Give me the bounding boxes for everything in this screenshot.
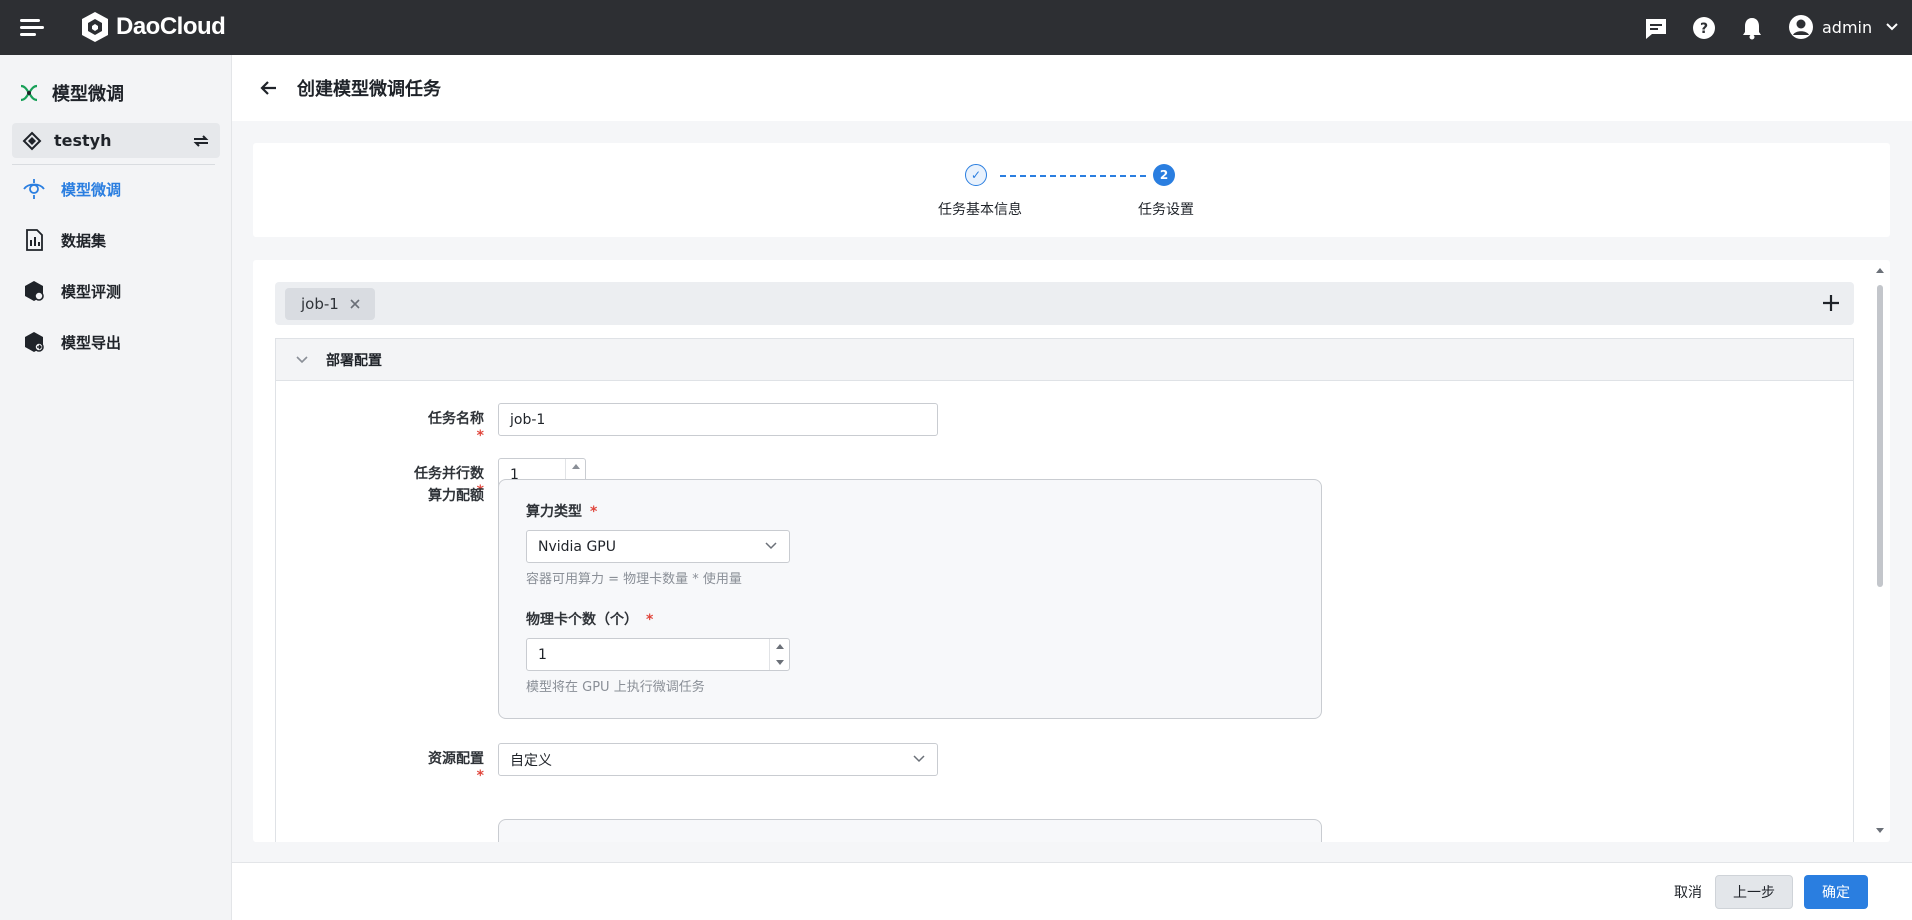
workspace-icon [22, 131, 42, 150]
svg-text:?: ? [1700, 21, 1708, 37]
resource-label-text: 资源配置 [428, 751, 484, 767]
deploy-config-section: 部署配置 任务名称* job-1 任务并行数* 1 算力配额 算力类型 * Nvi… [275, 338, 1854, 842]
fine-tune-icon [23, 179, 45, 199]
card-count-label: 物理卡个数（个） * [526, 612, 654, 628]
scroll-down-icon[interactable] [1874, 826, 1886, 836]
workspace-name: testyh [54, 131, 112, 150]
chevron-down-icon [1886, 23, 1898, 31]
compute-type-label: 算力类型 * [526, 504, 598, 520]
stepper-controls [769, 639, 789, 670]
menu-icon[interactable] [20, 17, 44, 39]
compute-type-hint: 容器可用算力 = 物理卡数量 * 使用量 [526, 572, 742, 587]
sidebar-item-label: 模型微调 [61, 180, 122, 199]
task-name-input[interactable]: job-1 [498, 403, 938, 436]
top-bar: DaoCloud ? admin [0, 0, 1912, 55]
sidebar-item-label: 数据集 [61, 231, 107, 250]
prev-step-button[interactable]: 上一步 [1715, 875, 1793, 909]
logo-icon [82, 12, 108, 42]
card-count-hint: 模型将在 GPU 上执行微调任务 [526, 680, 705, 695]
sidebar: 模型微调 testyh 模型微调 数据集 模型评测 模型导出 [0, 55, 232, 920]
brand-name: DaoCloud [116, 13, 226, 40]
add-tab-icon[interactable] [1820, 292, 1842, 314]
step-1-label: 任务基本信息 [938, 202, 1022, 218]
quota-box: 算力类型 * Nvidia GPU 容器可用算力 = 物理卡数量 * 使用量 物理… [498, 479, 1322, 719]
user-avatar-icon [1789, 15, 1813, 39]
card-count-value: 1 [538, 646, 547, 663]
sidebar-divider [12, 164, 215, 165]
compute-type-label-text: 算力类型 [526, 504, 582, 520]
section-title: 部署配置 [326, 352, 382, 369]
chevron-down-icon [296, 355, 308, 363]
sidebar-title-text: 模型微调 [52, 84, 124, 105]
sidebar-item-label: 模型评测 [61, 282, 122, 301]
card-count-stepper[interactable]: 1 [526, 638, 790, 671]
help-icon[interactable]: ? [1691, 15, 1717, 41]
decrement-icon[interactable] [770, 655, 789, 671]
step-2-label: 任务设置 [1138, 202, 1194, 218]
step-1-check-icon: ✓ [965, 164, 987, 186]
switch-icon[interactable] [192, 133, 210, 149]
back-arrow-icon[interactable] [258, 77, 280, 99]
quota-label: 算力配额 [428, 488, 484, 504]
compute-type-value: Nvidia GPU [538, 538, 616, 555]
daocloud-logo[interactable]: DaoCloud [80, 10, 226, 44]
resource-config-box [498, 819, 1322, 842]
fine-tune-logo-icon [20, 84, 38, 102]
parallel-label-text: 任务并行数 [414, 466, 484, 482]
task-name-label-text: 任务名称 [428, 411, 484, 427]
scroll-thumb[interactable] [1877, 285, 1883, 587]
sidebar-item-label: 模型导出 [61, 333, 122, 352]
bell-icon[interactable] [1739, 15, 1765, 41]
confirm-button[interactable]: 确定 [1804, 875, 1868, 909]
chevron-down-icon [913, 755, 925, 763]
step-connector [1000, 175, 1146, 177]
chat-icon[interactable] [1643, 15, 1669, 41]
scroll-up-icon[interactable] [1874, 265, 1886, 275]
user-menu[interactable]: admin [1788, 13, 1898, 41]
card-count-label-text: 物理卡个数（个） [526, 612, 638, 628]
increment-icon[interactable] [566, 459, 585, 475]
evaluation-icon [25, 281, 44, 301]
page-title: 创建模型微调任务 [297, 79, 441, 100]
sidebar-item-evaluation[interactable]: 模型评测 [12, 273, 220, 309]
step-2-number: 2 [1153, 164, 1175, 186]
sidebar-title: 模型微调 [18, 80, 124, 106]
resource-label: 资源配置* [428, 751, 484, 784]
form-card: job-1 部署配置 任务名称* job-1 任务并行数* 1 算力配额 算力类… [253, 260, 1890, 842]
sidebar-item-fine-tune[interactable]: 模型微调 [12, 171, 220, 207]
tab-label: job-1 [301, 295, 339, 313]
cancel-button[interactable]: 取消 [1658, 875, 1718, 909]
section-header[interactable]: 部署配置 [276, 339, 1853, 381]
job-tab-bar: job-1 [275, 282, 1854, 325]
tab-job-1[interactable]: job-1 [285, 288, 375, 320]
dataset-icon [26, 229, 43, 251]
page-header: 创建模型微调任务 [232, 55, 1912, 121]
task-name-label: 任务名称* [428, 411, 484, 444]
resource-select[interactable]: 自定义 [498, 743, 938, 776]
close-icon[interactable] [349, 298, 361, 310]
increment-icon[interactable] [770, 639, 789, 655]
scrollbar[interactable] [1874, 265, 1886, 837]
user-name: admin [1822, 17, 1873, 37]
resource-value: 自定义 [510, 752, 552, 769]
workspace-selector[interactable]: testyh [12, 123, 220, 158]
steps-indicator: ✓ 2 任务基本信息 任务设置 [253, 143, 1890, 237]
export-icon [25, 332, 44, 352]
compute-type-select[interactable]: Nvidia GPU [526, 530, 790, 563]
sidebar-item-export[interactable]: 模型导出 [12, 324, 220, 360]
footer-actions: 取消 上一步 确定 [232, 862, 1912, 920]
sidebar-item-dataset[interactable]: 数据集 [12, 222, 220, 258]
chevron-down-icon [765, 542, 777, 550]
